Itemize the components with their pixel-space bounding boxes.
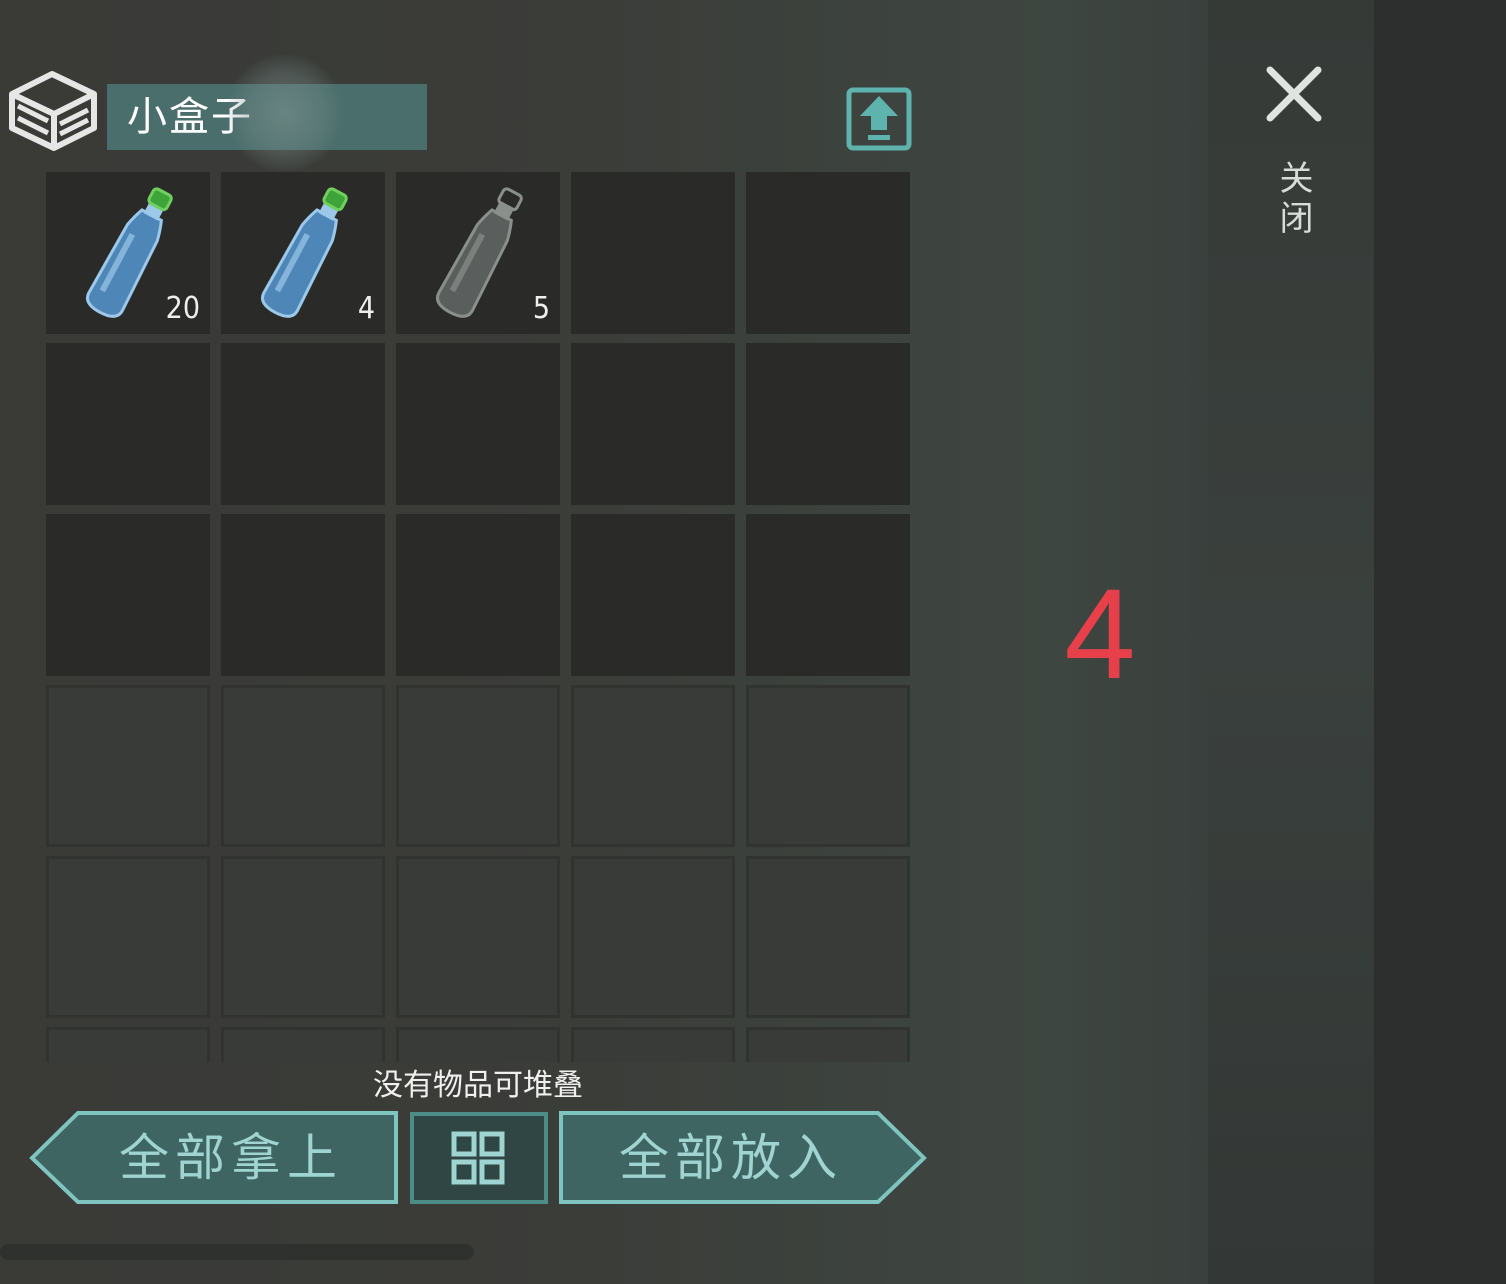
inventory-slot[interactable] <box>46 856 210 1018</box>
inventory-grid: 20 4 5 <box>46 172 910 1062</box>
inventory-slot[interactable] <box>571 856 735 1018</box>
inventory-slot[interactable] <box>46 514 210 676</box>
inventory-slot[interactable] <box>746 1027 910 1062</box>
item-quantity: 20 <box>165 291 200 326</box>
item-quantity: 5 <box>532 291 550 326</box>
screen-edge <box>1374 0 1506 1284</box>
inventory-slot[interactable] <box>221 514 385 676</box>
water-bottle-icon <box>260 187 348 318</box>
close-icon[interactable] <box>1262 62 1326 126</box>
box-icon <box>9 71 97 151</box>
inventory-slot[interactable] <box>396 1027 560 1062</box>
inventory-slot[interactable] <box>396 343 560 505</box>
inventory-slot[interactable]: 4 <box>221 172 385 334</box>
item-quantity: 4 <box>357 291 375 326</box>
empty-bottle-icon <box>435 187 523 318</box>
inventory-slot[interactable] <box>221 856 385 1018</box>
close-label[interactable]: 关闭 <box>1270 160 1318 240</box>
horizontal-scrollbar[interactable] <box>0 1244 474 1260</box>
take-all-label: 全部拿上 <box>119 1129 343 1187</box>
inventory-slot[interactable] <box>46 343 210 505</box>
inventory-slot[interactable] <box>571 685 735 847</box>
inventory-slot[interactable] <box>571 1027 735 1062</box>
inventory-slot[interactable] <box>221 685 385 847</box>
inventory-slot[interactable] <box>571 514 735 676</box>
inventory-slot[interactable] <box>221 1027 385 1062</box>
inventory-slot[interactable]: 5 <box>396 172 560 334</box>
inventory-slot[interactable] <box>46 1027 210 1062</box>
inventory-slot[interactable] <box>396 856 560 1018</box>
inventory-slot[interactable] <box>746 514 910 676</box>
annotation-marker: 4 <box>1064 563 1136 706</box>
put-all-label: 全部放入 <box>619 1129 843 1187</box>
inventory-slot[interactable] <box>221 343 385 505</box>
inventory-slot[interactable] <box>396 685 560 847</box>
stack-status: 没有物品可堆叠 <box>373 1068 583 1103</box>
sort-button[interactable] <box>410 1112 548 1204</box>
inventory-slot[interactable] <box>746 856 910 1018</box>
inventory-slot[interactable] <box>46 685 210 847</box>
touch-indicator <box>226 54 344 172</box>
inventory-slot[interactable] <box>746 343 910 505</box>
inventory-slot[interactable] <box>396 514 560 676</box>
inventory-slot[interactable] <box>746 685 910 847</box>
export-icon[interactable] <box>846 86 912 152</box>
inventory-slot[interactable] <box>571 343 735 505</box>
inventory-slot[interactable] <box>571 172 735 334</box>
inventory-slot[interactable] <box>746 172 910 334</box>
inventory-slot[interactable]: 20 <box>46 172 210 334</box>
